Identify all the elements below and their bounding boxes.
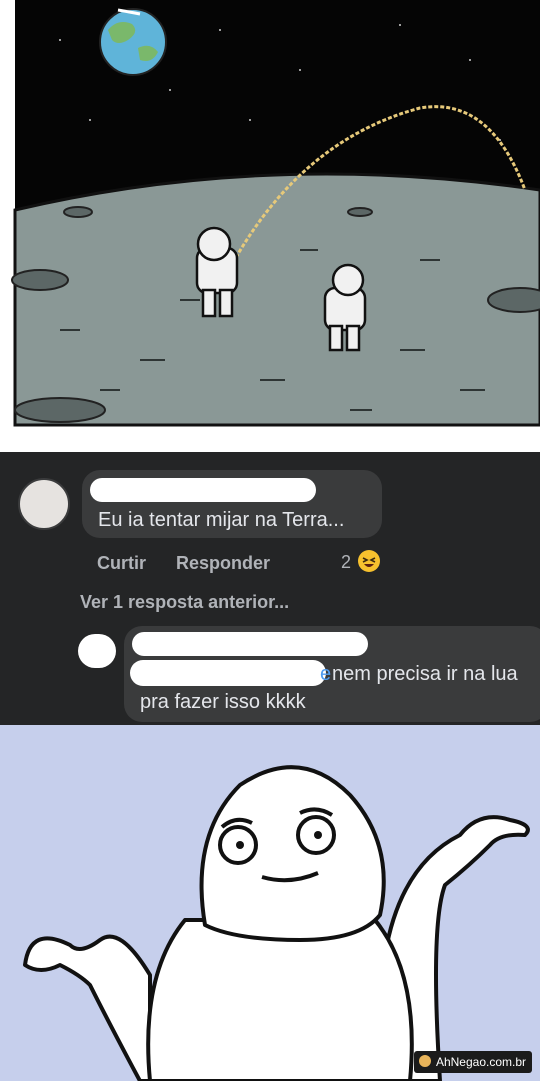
earth-illustration [99,8,167,76]
watermark-text: AhNegao.com.br [435,1055,526,1069]
redacted-mention [130,660,326,686]
redacted-username [90,478,316,502]
reply-text-line-1: nem precisa ir na lua [332,663,518,685]
mention-fragment[interactable]: e [320,664,331,684]
comments-section: Eu ia tentar mijar na Terra... Curtir Re… [0,452,540,725]
reaction-count[interactable]: 2 [341,552,351,573]
meme-panel: AhNegao.com.br [0,725,540,1081]
redacted-reply-username [132,632,368,656]
comment-text: Eu ia tentar mijar na Terra... [98,509,345,531]
avatar[interactable] [18,478,70,530]
comment-bubble: Eu ia tentar mijar na Terra... [82,470,382,538]
comic-panel [0,0,540,452]
like-link[interactable]: Curtir [97,553,146,574]
reply-text-line-2: pra fazer isso kkkk [140,691,306,713]
watermark: AhNegao.com.br [413,1051,532,1073]
moon-comic-illustration [11,0,540,427]
view-previous-replies-link[interactable]: Ver 1 resposta anterior... [80,592,289,613]
shrug-face-illustration [23,765,530,1081]
laughing-emoji-icon [358,550,380,572]
reply-avatar-redacted [78,634,116,668]
reply-link[interactable]: Responder [176,553,270,574]
site-logo-icon [418,1055,431,1067]
reply-bubble: e nem precisa ir na lua pra fazer isso k… [124,626,540,722]
